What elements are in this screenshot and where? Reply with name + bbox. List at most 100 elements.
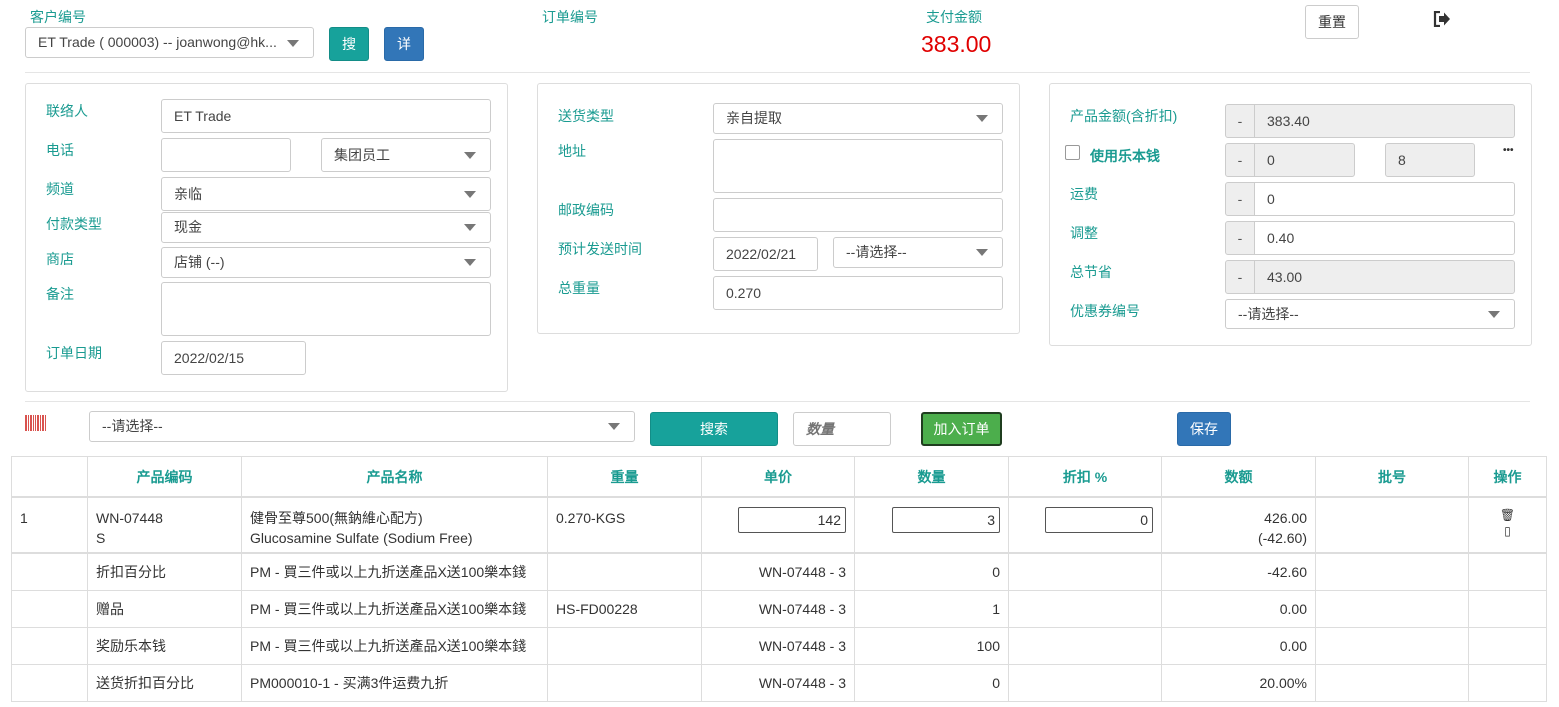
amount-discount: (-42.60) bbox=[1257, 530, 1307, 546]
delivery-type-select[interactable]: 亲自提取 bbox=[713, 103, 1003, 134]
promo-amount: -42.60 bbox=[1161, 552, 1316, 591]
promo-col3 bbox=[547, 663, 702, 702]
adjust-addon: - bbox=[1225, 221, 1255, 255]
product-amount-input: 383.40 bbox=[1254, 104, 1515, 138]
table-header-row: 产品编码 产品名称 重量 单价 数量 折扣 % 数额 批号 操作 bbox=[11, 456, 1547, 498]
col-index bbox=[11, 456, 88, 498]
chevron-down-icon bbox=[464, 259, 476, 266]
shop-select[interactable]: 店铺 (--) bbox=[161, 247, 491, 278]
promo-ref: WN-07448 - 3 bbox=[701, 626, 855, 665]
batch-cell bbox=[1315, 496, 1469, 554]
add-to-order-button[interactable]: 加入订单 bbox=[921, 412, 1002, 446]
use-points-addon: - bbox=[1225, 143, 1255, 177]
promo-col3 bbox=[547, 552, 702, 591]
logout-icon[interactable] bbox=[1433, 10, 1451, 30]
product-select[interactable]: --请选择-- bbox=[89, 411, 635, 442]
promo-qty: 0 bbox=[854, 663, 1009, 702]
eta-date-input[interactable]: 2022/02/21 bbox=[713, 237, 818, 271]
col-product-code: 产品编码 bbox=[87, 456, 242, 498]
use-points-input: 0 bbox=[1254, 143, 1355, 177]
contact-input[interactable]: ET Trade bbox=[161, 99, 491, 133]
shop-label: 商店 bbox=[46, 251, 74, 267]
shipping-input[interactable]: 0 bbox=[1254, 182, 1515, 216]
product-amount-addon: - bbox=[1225, 104, 1255, 138]
pay-type-value: 现金 bbox=[174, 219, 202, 235]
col-amount: 数额 bbox=[1161, 456, 1316, 498]
chevron-down-icon bbox=[464, 224, 476, 231]
promo-amount: 20.00% bbox=[1161, 663, 1316, 702]
discount-input[interactable]: 0 bbox=[1045, 507, 1153, 533]
product-search-button[interactable]: 搜索 bbox=[650, 412, 778, 446]
product-amount-label: 产品金额(含折扣) bbox=[1070, 108, 1178, 124]
promo-col3 bbox=[547, 626, 702, 665]
trash-icon[interactable]: 🗑 bbox=[1477, 507, 1538, 523]
phone-label: 电话 bbox=[46, 142, 74, 158]
coupon-value: --请选择-- bbox=[1238, 306, 1299, 322]
product-select-value: --请选择-- bbox=[102, 418, 163, 434]
order-table: 产品编码 产品名称 重量 单价 数量 折扣 % 数额 批号 操作 1 WN-07… bbox=[11, 456, 1547, 702]
col-product-name: 产品名称 bbox=[241, 456, 548, 498]
promo-qty: 0 bbox=[854, 552, 1009, 591]
promo-qty: 100 bbox=[854, 626, 1009, 665]
weight-cell: 0.270-KGS bbox=[547, 496, 702, 554]
pay-amount-value: 383.00 bbox=[921, 31, 992, 57]
pay-type-select[interactable]: 现金 bbox=[161, 212, 491, 243]
quantity-input[interactable] bbox=[793, 412, 891, 446]
contact-label: 联络人 bbox=[46, 103, 88, 119]
adjust-input[interactable]: 0.40 bbox=[1254, 221, 1515, 255]
shop-value: 店铺 (--) bbox=[174, 254, 225, 270]
col-price: 单价 bbox=[701, 456, 855, 498]
promo-desc: PM000010-1 - 买满3件运费九折 bbox=[241, 663, 548, 702]
channel-label: 频道 bbox=[46, 181, 74, 197]
delivery-type-label: 送货类型 bbox=[558, 108, 614, 124]
chevron-down-icon bbox=[1488, 311, 1500, 318]
phone-type-select[interactable]: 集团员工 bbox=[321, 138, 491, 172]
address-label: 地址 bbox=[558, 143, 586, 159]
edit-icon[interactable]: ▯ bbox=[1477, 523, 1538, 539]
phone-input[interactable] bbox=[161, 138, 291, 172]
promo-type: 奖励乐本钱 bbox=[87, 626, 242, 665]
price-input[interactable]: 142 bbox=[738, 507, 846, 533]
promo-qty: 1 bbox=[854, 589, 1009, 628]
action-cell: 🗑 ▯ bbox=[1468, 496, 1547, 554]
customer-search-button[interactable]: 搜 bbox=[329, 27, 369, 61]
promo-desc: PM - 買三件或以上九折送產品X送100樂本錢 bbox=[241, 626, 548, 665]
saving-label: 总节省 bbox=[1070, 264, 1112, 280]
promo-row: 赠品 PM - 買三件或以上九折送產品X送100樂本錢 HS-FD00228 W… bbox=[11, 589, 1547, 628]
eta-time-select[interactable]: --请选择-- bbox=[833, 237, 1003, 268]
promo-type: 折扣百分比 bbox=[87, 552, 242, 591]
amount-value: 426.00 bbox=[1264, 510, 1307, 526]
barcode-icon[interactable] bbox=[25, 415, 47, 434]
eta-time-value: --请选择-- bbox=[846, 244, 907, 260]
order-date-input[interactable]: 2022/02/15 bbox=[161, 341, 306, 375]
eta-label: 预计发送时间 bbox=[558, 241, 642, 257]
product-name-zh: 健骨至尊500(無鈉維心配方) bbox=[250, 510, 423, 526]
save-button[interactable]: 保存 bbox=[1177, 412, 1231, 446]
order-date-label: 订单日期 bbox=[46, 345, 102, 361]
col-batch: 批号 bbox=[1315, 456, 1469, 498]
customer-value: ET Trade ( 000003) -- joanwong@hk... bbox=[38, 34, 277, 50]
promo-amount: 0.00 bbox=[1161, 626, 1316, 665]
address-textarea[interactable] bbox=[713, 139, 1003, 193]
promo-type: 送货折扣百分比 bbox=[87, 663, 242, 702]
promo-amount: 0.00 bbox=[1161, 589, 1316, 628]
price-cell: 142 bbox=[701, 496, 855, 554]
weight-input[interactable]: 0.270 bbox=[713, 276, 1003, 310]
reset-button[interactable]: 重置 bbox=[1305, 5, 1359, 39]
coupon-select[interactable]: --请选择-- bbox=[1225, 299, 1515, 329]
chevron-down-icon bbox=[608, 423, 620, 430]
chevron-down-icon bbox=[464, 191, 476, 198]
promo-ref: WN-07448 - 3 bbox=[701, 552, 855, 591]
saving-input: 43.00 bbox=[1254, 260, 1515, 294]
customer-detail-button[interactable]: 详 bbox=[384, 27, 424, 61]
product-size: S bbox=[96, 530, 106, 546]
chevron-down-icon bbox=[287, 40, 299, 47]
more-icon[interactable]: ••• bbox=[1503, 145, 1514, 156]
quantity-field[interactable]: 3 bbox=[892, 507, 1000, 533]
channel-select[interactable]: 亲临 bbox=[161, 177, 491, 211]
use-points-checkbox[interactable] bbox=[1065, 145, 1080, 160]
customer-select[interactable]: ET Trade ( 000003) -- joanwong@hk... bbox=[25, 27, 314, 58]
postcode-input[interactable] bbox=[713, 198, 1003, 232]
remark-textarea[interactable] bbox=[161, 282, 491, 336]
promo-row: 折扣百分比 PM - 買三件或以上九折送產品X送100樂本錢 WN-07448 … bbox=[11, 552, 1547, 591]
